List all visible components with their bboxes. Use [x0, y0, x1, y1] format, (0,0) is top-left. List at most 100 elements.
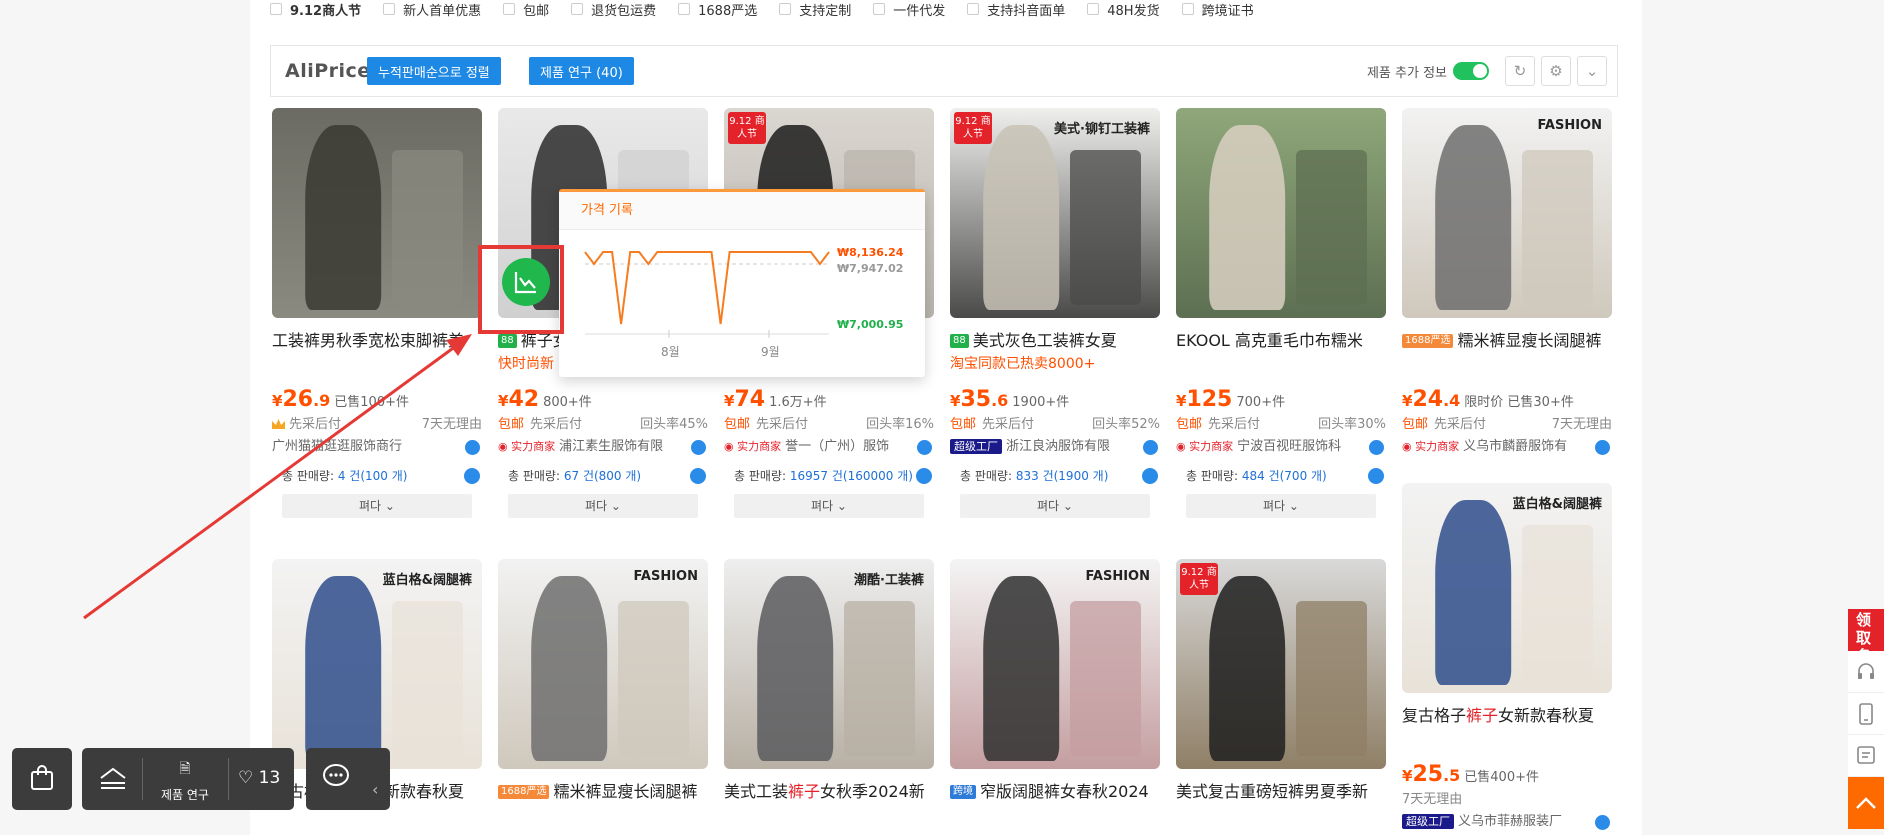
product-title[interactable]: 1688严选 糯米裤显瘦长阔腿裤	[498, 781, 708, 803]
product-title[interactable]: 工装裤男秋季宽松束脚裤美	[272, 330, 482, 352]
filter-item[interactable]: 新人首单优惠	[383, 0, 481, 19]
shop-row[interactable]: ◉ 实力商家 义乌市麟爵服饰有	[1402, 436, 1612, 458]
filter-checkbox[interactable]	[1087, 3, 1100, 15]
product-title[interactable]: 1688严选 糯米裤显瘦长阔腿裤	[1402, 330, 1612, 352]
product-image[interactable]: 潮酷·工装裤	[724, 559, 934, 769]
chat-icon[interactable]	[1595, 440, 1610, 455]
filter-item[interactable]: 包邮	[503, 0, 549, 19]
filter-label: 退货包运费	[591, 3, 657, 19]
price-integer: 35	[960, 387, 992, 412]
strong-merchant-badge: ◉ 实力商家	[1176, 440, 1234, 453]
product-card[interactable]: 蓝白格&阔腿裤 复古格子裤子女新款春秋夏 ¥25.5 已售400+件 7天无理由 超级工厂…	[1402, 483, 1612, 835]
sort-by-sales-button[interactable]: 누적판매순으로 정렬	[367, 57, 501, 85]
chat-icon[interactable]	[1595, 815, 1610, 830]
product-card[interactable]: 工装裤男秋季宽松束脚裤美 ¥26.9 已售100+件 先采后付 7天无理由 广州猫猫逛逛…	[272, 108, 482, 543]
chevron-left-icon[interactable]: ‹	[372, 780, 378, 799]
product-card[interactable]: 9.12 商人节美式复古重磅短裤男夏季新	[1176, 559, 1386, 809]
product-image[interactable]	[1176, 108, 1386, 318]
filter-item[interactable]: 9.12商人节	[270, 0, 361, 19]
expand-button[interactable]: 펴다 ⌄	[1186, 494, 1376, 518]
aliprice-icon[interactable]	[916, 468, 932, 484]
product-image[interactable]: FASHION	[1402, 108, 1612, 318]
shop-name: 义乌市麟爵服饰有	[1463, 439, 1568, 454]
product-image[interactable]: 9.12 商人节	[1176, 559, 1386, 769]
chat-bubble-icon[interactable]	[322, 763, 350, 789]
filter-checkbox[interactable]	[503, 3, 516, 15]
expand-button[interactable]: 펴다 ⌄	[508, 494, 698, 518]
shop-row[interactable]: ◉ 实力商家 浦江素生服饰有限	[498, 436, 708, 458]
aliprice-icon[interactable]	[690, 468, 706, 484]
product-card[interactable]: EKOOL 高克重毛巾布糯米 ¥125 700+件 包邮 先采后付 回头率30% ◉ 实力…	[1176, 108, 1386, 543]
price-integer: 25	[1412, 762, 1444, 787]
chevron-down-icon[interactable]: ⌄	[1577, 56, 1607, 86]
filter-item[interactable]: 跨境证书	[1181, 0, 1254, 19]
aliprice-icon[interactable]	[464, 468, 480, 484]
product-card[interactable]: 潮酷·工装裤美式工装裤子女秋季2024新	[724, 559, 934, 809]
expand-button[interactable]: 펴다 ⌄	[282, 494, 472, 518]
shop-row[interactable]: 超级工厂 义乌市菲赫服装厂	[1402, 811, 1612, 833]
chat-icon[interactable]	[1369, 440, 1384, 455]
shop-row[interactable]: 超级工厂 浙江良汭服饰有限	[950, 436, 1160, 458]
filter-checkbox[interactable]	[383, 3, 396, 15]
title-highlight: 裤子	[1466, 706, 1499, 725]
service-label: 7天无理由	[1402, 792, 1463, 807]
chat-icon[interactable]	[691, 440, 706, 455]
product-card[interactable]: FASHION 1688严选 糯米裤显瘦长阔腿裤	[498, 559, 708, 809]
shopping-bag-button[interactable]	[12, 748, 72, 810]
filter-item[interactable]: 一件代发	[873, 0, 945, 19]
filter-checkbox[interactable]	[1181, 3, 1194, 15]
filter-checkbox[interactable]	[678, 3, 691, 15]
filter-checkbox[interactable]	[571, 3, 584, 15]
product-card[interactable]: 美式·铆钉工装裤 9.12 商人节 88 美式灰色工装裤女夏 淘宝同款已热卖8000+ ¥…	[950, 108, 1160, 543]
product-card[interactable]: FASHION 跨境 窄版阔腿裤女春秋2024	[950, 559, 1160, 809]
expand-button[interactable]: 펴다 ⌄	[734, 494, 924, 518]
product-image[interactable]: 美式·铆钉工装裤 9.12 商人节	[950, 108, 1160, 318]
expand-button[interactable]: 펴다 ⌄	[960, 494, 1150, 518]
phone-icon[interactable]	[1848, 693, 1884, 735]
shop-row[interactable]: 广州猫猫逛逛服饰商行	[272, 436, 482, 458]
product-title[interactable]: 跨境 窄版阔腿裤女春秋2024	[950, 781, 1160, 803]
product-image[interactable]	[272, 108, 482, 318]
refresh-icon[interactable]: ↻	[1505, 56, 1535, 86]
filter-item[interactable]: 支持抖音面单	[967, 0, 1065, 19]
chat-icon[interactable]	[1143, 440, 1158, 455]
gear-icon[interactable]: ⚙	[1541, 56, 1571, 86]
product-image[interactable]: FASHION	[498, 559, 708, 769]
image-caption: FASHION	[633, 569, 698, 584]
product-image[interactable]: FASHION	[950, 559, 1160, 769]
product-research-toolbar-button[interactable]: 🗎 제품 연구	[150, 758, 220, 803]
shop-row[interactable]: ◉ 实力商家 宁波百视旺服饰科	[1176, 436, 1386, 458]
filter-item[interactable]: 支持定制	[779, 0, 851, 19]
product-title[interactable]: 美式复古重磅短裤男夏季新	[1176, 781, 1386, 803]
product-image[interactable]: 蓝白格&阔腿裤	[272, 559, 482, 769]
product-card[interactable]: FASHION 1688严选 糯米裤显瘦长阔腿裤 ¥24.4 限时价 已售30+件 包邮先…	[1402, 108, 1612, 543]
filter-checkbox[interactable]	[779, 3, 792, 15]
product-title[interactable]: EKOOL 高克重毛巾布糯米	[1176, 330, 1386, 352]
price: ¥24.4	[1402, 387, 1460, 412]
shop-row[interactable]: ◉ 实力商家 誉一（广州）服饰	[724, 436, 934, 458]
filter-checkbox[interactable]	[873, 3, 886, 15]
collapse-icon[interactable]	[98, 766, 128, 790]
product-title[interactable]: 美式工装裤子女秋季2024新	[724, 781, 934, 803]
price-history-chart: 8월 9월 ₩8,136.24 ₩7,947.02 ₩7,000.95	[584, 246, 904, 359]
aliprice-icon[interactable]	[1142, 468, 1158, 484]
product-research-button[interactable]: 제품 연구 (40)	[529, 57, 634, 85]
chat-icon[interactable]	[917, 440, 932, 455]
collect-card-button[interactable]: 领取名片	[1848, 609, 1884, 683]
product-image[interactable]: 蓝白格&阔腿裤	[1402, 483, 1612, 693]
aliprice-icon[interactable]	[1368, 468, 1384, 484]
filter-checkbox[interactable]	[270, 3, 282, 15]
product-title[interactable]: 88 美式灰色工装裤女夏	[950, 330, 1160, 352]
feedback-icon[interactable]	[1848, 735, 1884, 777]
product-info-toggle[interactable]	[1453, 62, 1489, 80]
filter-item[interactable]: 退货包运费	[571, 0, 656, 19]
filter-item[interactable]: 48H发货	[1087, 0, 1160, 19]
filter-item[interactable]: 1688严选	[678, 0, 757, 19]
chat-icon[interactable]	[465, 440, 480, 455]
product-title[interactable]: 复古格子裤子女新款春秋夏	[1402, 705, 1612, 727]
title-text: 窄版阔腿裤女春秋2024	[980, 782, 1149, 801]
filter-checkbox[interactable]	[967, 3, 980, 15]
back-to-top-icon[interactable]	[1848, 777, 1884, 829]
total-sales-value: 4 건(100 개)	[337, 469, 408, 483]
favorites-button[interactable]: ♡ 13	[238, 768, 280, 788]
